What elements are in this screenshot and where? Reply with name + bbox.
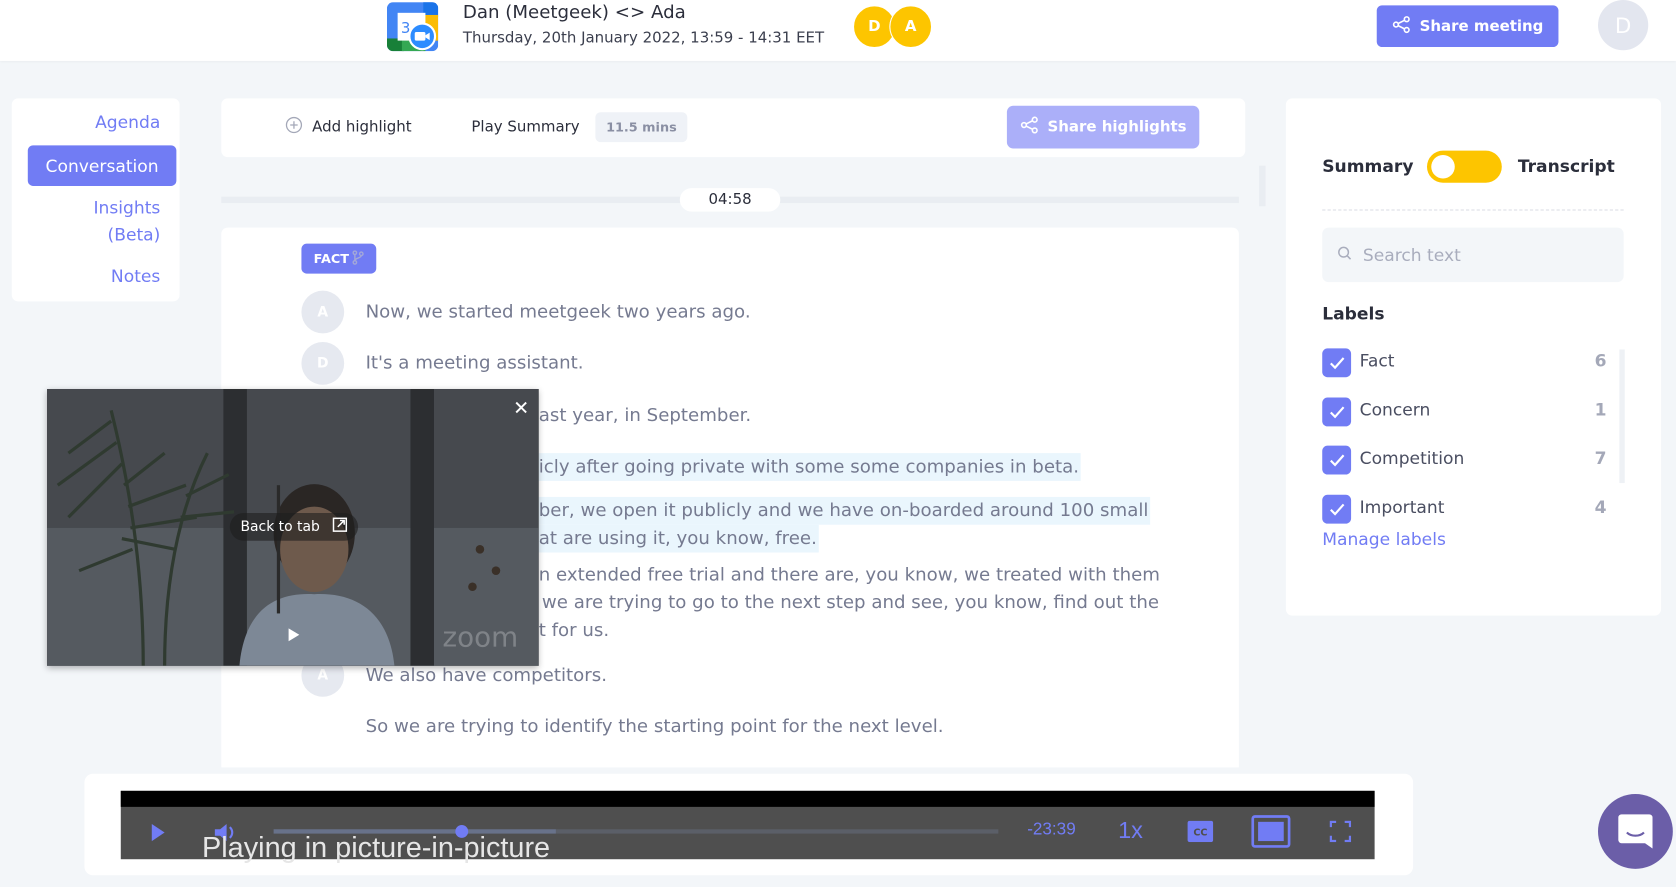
transcript-line[interactable]: It's a meeting assistant. xyxy=(366,349,584,377)
play-icon[interactable] xyxy=(288,626,301,646)
fact-tag-label: FACT xyxy=(313,251,350,267)
svg-text:CC: CC xyxy=(1193,828,1207,839)
speaker-avatar: A xyxy=(301,290,345,334)
transcript-line[interactable]: t for us. xyxy=(539,617,609,645)
time-remaining: -23:39 xyxy=(1027,820,1076,839)
share-meeting-label: Share meeting xyxy=(1419,17,1544,35)
participant-avatar[interactable]: A xyxy=(889,5,933,49)
toggle-knob xyxy=(1431,154,1455,179)
share-highlights-button[interactable]: Share highlights xyxy=(1006,105,1200,149)
fullscreen-icon xyxy=(1329,820,1352,843)
chat-support-button[interactable] xyxy=(1598,794,1673,869)
chat-icon xyxy=(1618,814,1653,849)
share-icon xyxy=(1392,14,1411,38)
checkbox-checked[interactable] xyxy=(1322,445,1352,475)
search-icon xyxy=(1337,245,1352,265)
add-highlight-button[interactable]: Add highlight xyxy=(285,116,412,137)
video-area xyxy=(120,790,1375,807)
summary-duration-badge: 11.5 mins xyxy=(595,112,688,143)
nav-item-insights-label: Insights xyxy=(93,197,161,219)
summary-toggle-label[interactable]: Summary xyxy=(1322,156,1413,176)
transcript-toggle-label[interactable]: Transcript xyxy=(1518,156,1615,176)
manage-labels-link[interactable]: Manage labels xyxy=(1322,529,1446,549)
check-icon xyxy=(1329,356,1344,369)
transcript-scrollbar[interactable] xyxy=(1259,165,1266,207)
top-header: 3 Dan (Meetgeek) <> Ada Thursday, 20th J… xyxy=(0,0,1676,61)
labels-scrollbar[interactable] xyxy=(1619,349,1625,484)
share-meeting-button[interactable]: Share meeting xyxy=(1376,5,1559,48)
transcript-line-highlighted[interactable]: ber, we open it publicly and we have on-… xyxy=(538,496,1151,525)
check-icon xyxy=(1329,405,1344,418)
checkbox-checked[interactable] xyxy=(1322,348,1352,378)
user-avatar[interactable]: D xyxy=(1598,0,1649,51)
label-count: 4 xyxy=(1594,496,1607,518)
transcript-line-highlighted[interactable]: at are using it, you know, free. xyxy=(538,524,819,553)
nav-item-conversation[interactable]: Conversation xyxy=(27,145,177,186)
pip-video-window[interactable]: ✕ Back to tab zoom xyxy=(47,389,539,666)
meeting-title: Dan (Meetgeek) <> Ada xyxy=(462,2,686,24)
divider xyxy=(1322,209,1624,211)
transcript-line[interactable]: ast year, in September. xyxy=(539,402,751,430)
check-icon xyxy=(1329,503,1344,516)
checkbox-checked[interactable] xyxy=(1322,494,1352,524)
close-icon[interactable]: ✕ xyxy=(513,398,529,420)
nav-item-agenda[interactable]: Agenda xyxy=(95,109,160,136)
open-external-icon xyxy=(332,517,348,536)
nav-item-insights[interactable]: Insights (Beta) xyxy=(93,195,160,248)
add-highlight-label: Add highlight xyxy=(312,118,412,136)
pip-icon xyxy=(1251,815,1291,848)
zoom-watermark: zoom xyxy=(442,621,519,655)
labels-panel: Summary Transcript Search text Labels Fa… xyxy=(1285,98,1662,616)
section-nav: Agenda Conversation Insights (Beta) Note… xyxy=(11,98,180,302)
label-count: 6 xyxy=(1594,350,1607,371)
transcript-line[interactable]: n extended free trial and there are, you… xyxy=(539,561,1160,589)
nav-item-notes[interactable]: Notes xyxy=(111,263,160,290)
transcript-line[interactable]: we are trying to go to the next step and… xyxy=(542,589,1159,617)
labels-heading: Labels xyxy=(1322,303,1385,324)
label-filter-fact[interactable]: Fact 6 xyxy=(1322,348,1607,378)
pip-status-caption: Playing in picture-in-picture xyxy=(202,831,551,864)
label-filter-concern[interactable]: Concern 1 xyxy=(1322,397,1607,428)
back-to-tab-label: Back to tab xyxy=(240,518,320,535)
label-name: Fact xyxy=(1359,350,1395,371)
label-filter-competition[interactable]: Competition 7 xyxy=(1322,445,1607,476)
label-count: 7 xyxy=(1594,447,1607,469)
label-filter-important[interactable]: Important 4 xyxy=(1322,494,1607,525)
search-input[interactable]: Search text xyxy=(1322,227,1624,283)
timestamp-marker: 04:58 xyxy=(679,188,781,212)
play-button[interactable] xyxy=(151,823,166,847)
play-summary-button[interactable]: Play Summary xyxy=(471,119,579,136)
back-to-tab-button[interactable]: Back to tab xyxy=(229,512,359,541)
nav-item-insights-beta: (Beta) xyxy=(107,224,161,245)
share-icon xyxy=(1020,115,1039,139)
share-highlights-label: Share highlights xyxy=(1047,118,1187,136)
check-icon xyxy=(1329,454,1344,466)
fact-tag[interactable]: FACT xyxy=(301,243,377,274)
playback-speed-button[interactable]: 1x xyxy=(1118,816,1143,844)
captions-icon: CC xyxy=(1187,820,1214,843)
branch-icon xyxy=(351,249,364,268)
speaker-avatar: D xyxy=(301,341,345,385)
fullscreen-button[interactable] xyxy=(1329,820,1352,847)
play-icon xyxy=(151,823,165,842)
meeting-datetime: Thursday, 20th January 2022, 13:59 - 14:… xyxy=(462,29,825,48)
transcript-line[interactable]: Now, we started meetgeek two years ago. xyxy=(366,298,751,326)
label-name: Competition xyxy=(1359,447,1465,469)
google-calendar-zoom-icon: 3 xyxy=(386,2,439,52)
video-player: Playing in picture-in-picture -23:39 1x … xyxy=(120,790,1375,864)
pip-button[interactable] xyxy=(1251,814,1292,852)
highlights-toolbar: Add highlight Play Summary 11.5 mins Sha… xyxy=(221,98,1246,158)
summary-transcript-toggle[interactable] xyxy=(1426,150,1502,183)
transcript-line-highlighted[interactable]: icly after going private with some some … xyxy=(538,453,1082,481)
search-placeholder: Search text xyxy=(1362,244,1461,266)
captions-button[interactable]: CC xyxy=(1187,820,1214,847)
label-name: Concern xyxy=(1359,399,1431,420)
label-name: Important xyxy=(1359,496,1445,518)
label-count: 1 xyxy=(1594,399,1607,420)
checkbox-checked[interactable] xyxy=(1322,397,1352,427)
transcript-line[interactable]: So we are trying to identify the startin… xyxy=(366,713,944,741)
plus-circle-icon xyxy=(285,116,303,137)
